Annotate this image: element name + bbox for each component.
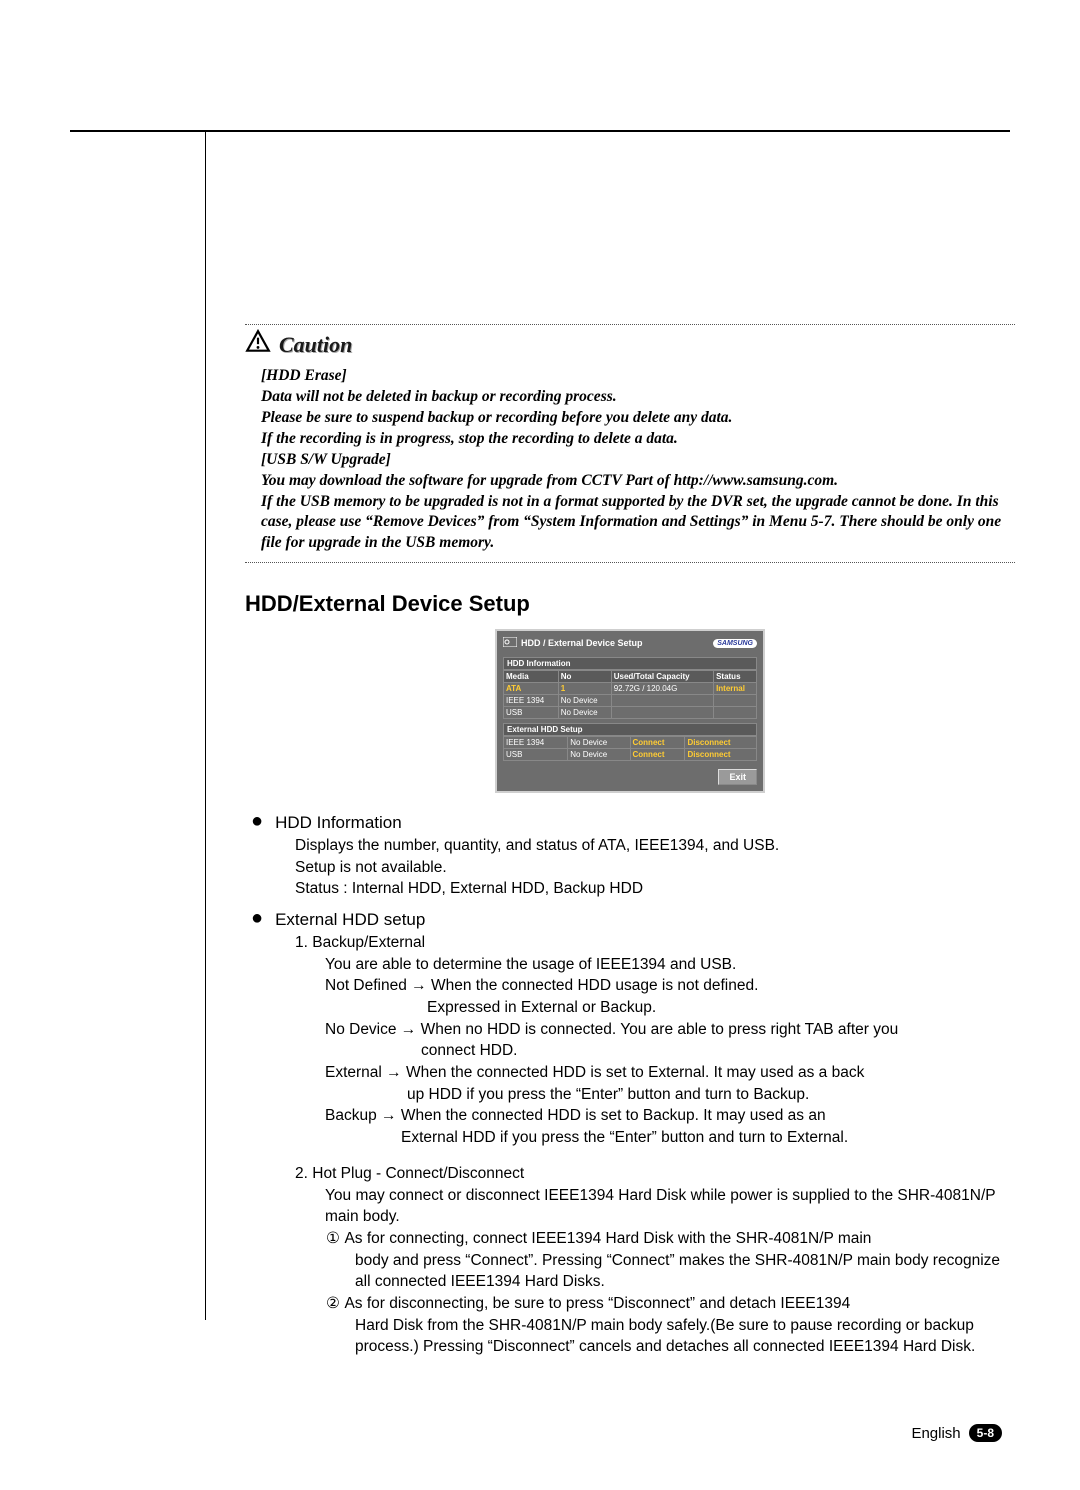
numbered-item: 2. Hot Plug - Connect/Disconnect [295, 1163, 1015, 1185]
circled-number-icon: ① [325, 1228, 341, 1250]
def-line: External → When the connected HDD is set… [325, 1062, 1015, 1084]
bullet-icon: ● [251, 811, 263, 835]
top-rule [70, 130, 1010, 132]
text-line: Hard Disk from the SHR-4081N/P main body… [355, 1315, 1015, 1358]
hdd-icon [503, 637, 517, 649]
bullet-ext-setup: ● External HDD setup [245, 908, 1015, 932]
page-number-badge: 5-8 [969, 1424, 1002, 1442]
bullet-title: HDD Information [275, 811, 402, 835]
caution-line: [USB S/W Upgrade] [261, 450, 1015, 471]
def-cont: up HDD if you press the “Enter” button a… [325, 1084, 1015, 1106]
caution-line: If the USB memory to be upgraded is not … [261, 492, 1015, 555]
bullet-title: External HDD setup [275, 908, 425, 932]
circled-item: ① As for connecting, connect IEEE1394 Ha… [325, 1228, 1015, 1250]
def-cont: Expressed in External or Backup. [325, 997, 1015, 1019]
caution-icon [245, 329, 271, 360]
col-media: Media [504, 671, 559, 683]
dotted-bottom [245, 562, 1015, 563]
caution-line: [HDD Erase] [261, 366, 1015, 387]
dvr-title: HDD / External Device Setup [521, 638, 643, 648]
page-footer: English 5-8 [911, 1424, 1002, 1442]
section-title: HDD/External Device Setup [245, 591, 1015, 617]
dvr-screenshot: HDD / External Device Setup SAMSUNG HDD … [495, 629, 765, 793]
caution-title: Caution [279, 332, 352, 358]
dvr-info-table: Media No Used/Total Capacity Status ATA … [503, 670, 757, 719]
table-row: IEEE 1394 No Device [504, 695, 757, 707]
samsung-logo: SAMSUNG [713, 639, 757, 648]
text-line: You may connect or disconnect IEEE1394 H… [325, 1185, 1015, 1228]
def-line: Not Defined → When the connected HDD usa… [325, 975, 1015, 997]
text-line: Setup is not available. [295, 857, 1015, 879]
def-line: Backup → When the connected HDD is set t… [325, 1105, 1015, 1127]
table-row: USB No Device Connect Disconnect [504, 749, 757, 761]
table-row: ATA 1 92.72G / 120.04G Internal [504, 683, 757, 695]
table-row: IEEE 1394 No Device Connect Disconnect [504, 737, 757, 749]
bullet-hdd-info: ● HDD Information [245, 811, 1015, 835]
text-line: Displays the number, quantity, and statu… [295, 835, 1015, 857]
numbered-item: 1. Backup/External [295, 932, 1015, 954]
def-line: No Device → When no HDD is connected. Yo… [325, 1019, 1015, 1041]
caution-line: Please be sure to suspend backup or reco… [261, 408, 1015, 429]
text-line: Status : Internal HDD, External HDD, Bac… [295, 878, 1015, 900]
col-capacity: Used/Total Capacity [611, 671, 713, 683]
exit-button[interactable]: Exit [718, 769, 757, 785]
caution-line: If the recording is in progress, stop th… [261, 429, 1015, 450]
bullet-icon: ● [251, 908, 263, 932]
left-rule [205, 130, 206, 1320]
col-no: No [558, 671, 611, 683]
dvr-info-header: HDD Information [503, 657, 757, 670]
footer-language: English [911, 1425, 960, 1442]
circled-item: ② As for disconnecting, be sure to press… [325, 1293, 1015, 1315]
dvr-titlebar: HDD / External Device Setup SAMSUNG [503, 637, 757, 653]
caution-line: Data will not be deleted in backup or re… [261, 387, 1015, 408]
dotted-top [245, 324, 1015, 325]
text-line: body and press “Connect”. Pressing “Conn… [355, 1250, 1015, 1293]
dvr-ext-header: External HDD Setup [503, 723, 757, 736]
page-content: Caution [HDD Erase] Data will not be del… [245, 320, 1015, 1358]
caution-line: You may download the software for upgrad… [261, 471, 1015, 492]
col-status: Status [714, 671, 757, 683]
text-line: You are able to determine the usage of I… [325, 954, 1015, 976]
caution-body: [HDD Erase] Data will not be deleted in … [245, 366, 1015, 554]
dvr-ext-table: IEEE 1394 No Device Connect Disconnect U… [503, 736, 757, 761]
circled-number-icon: ② [325, 1293, 341, 1315]
caution-header: Caution [245, 329, 1015, 360]
def-cont: External HDD if you press the “Enter” bu… [325, 1127, 1015, 1149]
table-row: USB No Device [504, 707, 757, 719]
body-list: ● HDD Information Displays the number, q… [245, 811, 1015, 1358]
def-cont: connect HDD. [325, 1040, 1015, 1062]
